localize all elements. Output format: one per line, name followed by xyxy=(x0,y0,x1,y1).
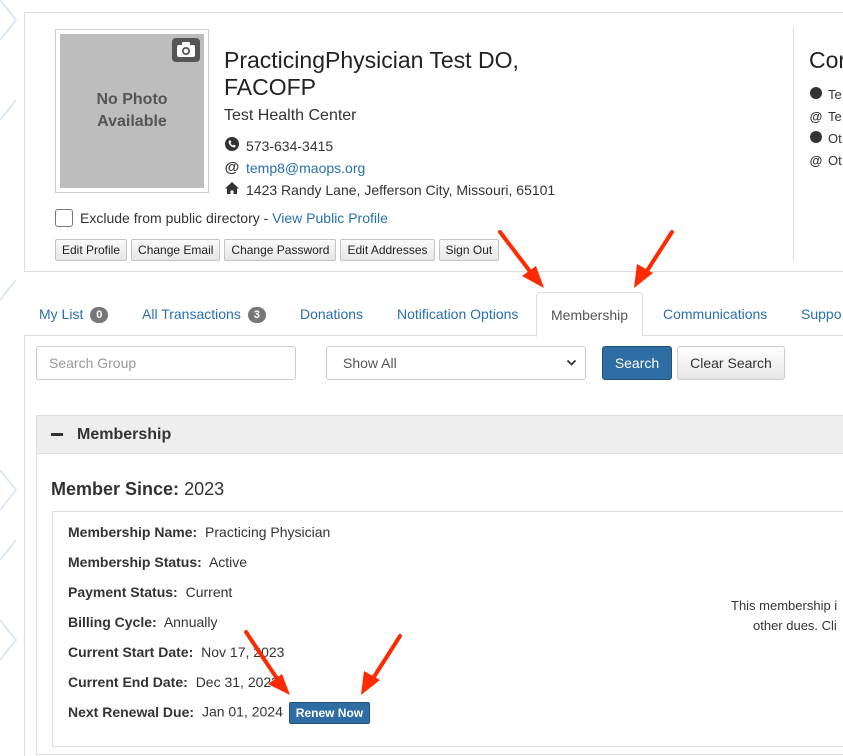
field-value: Jan 01, 2024 xyxy=(201,703,283,720)
change-password-button[interactable]: Change Password xyxy=(224,239,337,261)
sign-out-button[interactable]: Sign Out xyxy=(438,239,500,261)
field-value: Dec 31, 2023 xyxy=(195,674,279,690)
email-link[interactable]: temp8@maops.org xyxy=(246,160,365,176)
phone-icon xyxy=(809,131,823,146)
edit-addresses-button[interactable]: Edit Addresses xyxy=(340,239,435,261)
address-text: 1423 Randy Lane, Jefferson City, Missour… xyxy=(246,181,556,198)
field-label: Membership Status: xyxy=(68,554,202,570)
membership-panel-header[interactable]: Membership xyxy=(37,416,843,454)
phone-icon xyxy=(224,137,240,154)
at-icon: @ xyxy=(809,109,823,124)
home-icon xyxy=(224,181,240,198)
tab-membership[interactable]: Membership xyxy=(536,292,644,337)
contact-line-text: Ot xyxy=(828,131,842,146)
membership-note-line: other dues. Cli xyxy=(753,618,837,633)
tab-notification-options[interactable]: Notification Options xyxy=(397,292,518,336)
profile-action-buttons: Edit Profile Change Email Change Passwor… xyxy=(55,239,500,261)
clear-search-button[interactable]: Clear Search xyxy=(677,346,785,380)
collapse-icon xyxy=(51,433,63,436)
contact-line-text: Ot xyxy=(828,153,842,168)
membership-panel: Membership Member Since: 2023 Membership… xyxy=(36,415,843,755)
membership-note-line: This membership i xyxy=(731,598,838,613)
chevron-down-icon xyxy=(566,347,577,392)
current-end-date-row: Current End Date: Dec 31, 2023 xyxy=(68,674,279,690)
field-label: Current Start Date: xyxy=(68,644,194,660)
tab-donations[interactable]: Donations xyxy=(300,292,363,336)
count-badge: 3 xyxy=(247,307,266,323)
contact-panel-title: Cor xyxy=(809,47,843,73)
at-icon: @ xyxy=(224,159,240,176)
photo-placeholder: No Photo Available xyxy=(60,34,204,188)
exclude-directory-checkbox[interactable] xyxy=(55,209,73,227)
contact-line-text: Te xyxy=(828,109,842,124)
view-public-profile-link[interactable]: View Public Profile xyxy=(272,210,388,226)
tab-label: All Transactions xyxy=(142,306,241,322)
profile-name: PracticingPhysician Test DO, FACOFP xyxy=(224,47,519,100)
billing-cycle-row: Billing Cycle: Annually xyxy=(68,614,218,630)
field-value: Current xyxy=(185,584,233,600)
phone-line: 573-634-3415 xyxy=(224,137,333,154)
tab-support[interactable]: Suppo xyxy=(801,292,841,336)
filter-select-value: Show All xyxy=(343,355,397,371)
exclude-directory-row: Exclude from public directory - View Pub… xyxy=(55,209,388,227)
search-group-input[interactable]: Search Group xyxy=(36,346,296,380)
email-line: @ temp8@maops.org xyxy=(224,159,366,176)
count-badge: 0 xyxy=(90,307,109,323)
membership-name-row: Membership Name: Practicing Physician xyxy=(68,524,330,540)
phone-number: 573-634-3415 xyxy=(246,137,334,154)
membership-details: Membership Name: Practicing Physician Me… xyxy=(52,511,843,747)
current-start-date-row: Current Start Date: Nov 17, 2023 xyxy=(68,644,284,660)
field-label: Membership Name: xyxy=(68,524,198,540)
payment-status-row: Payment Status: Current xyxy=(68,584,232,600)
exclude-directory-label: Exclude from public directory - xyxy=(80,210,273,226)
field-value: Active xyxy=(208,554,248,570)
membership-status-row: Membership Status: Active xyxy=(68,554,247,570)
profile-photo[interactable]: No Photo Available xyxy=(55,29,209,193)
field-label: Billing Cycle: xyxy=(68,614,157,630)
contact-line: @ Te xyxy=(809,109,842,124)
renew-now-button[interactable]: Renew Now xyxy=(288,702,371,724)
change-email-button[interactable]: Change Email xyxy=(131,239,221,261)
field-value: Annually xyxy=(163,614,218,630)
member-since-value: 2023 xyxy=(184,479,225,499)
field-label: Next Renewal Due: xyxy=(68,703,195,720)
field-label: Current End Date: xyxy=(68,674,188,690)
contact-line-text: Te xyxy=(828,87,842,102)
at-icon: @ xyxy=(809,153,823,168)
field-value: Practicing Physician xyxy=(205,524,331,540)
next-renewal-due-row: Next Renewal Due: Jan 01, 2024 Renew Now xyxy=(68,702,371,724)
contact-line: Ot xyxy=(809,131,842,146)
edit-profile-button[interactable]: Edit Profile xyxy=(55,239,128,261)
membership-tab-content: Search Group Show All Search Clear Searc… xyxy=(24,336,843,756)
contact-line: Te xyxy=(809,87,842,102)
address-line: 1423 Randy Lane, Jefferson City, Missour… xyxy=(224,181,555,198)
phone-icon xyxy=(809,87,823,102)
tab-all-transactions[interactable]: All Transactions 3 xyxy=(142,292,266,336)
photo-placeholder-text: No Photo Available xyxy=(96,91,168,130)
profile-card: No Photo Available PracticingPhysician T… xyxy=(24,12,843,272)
tab-my-list[interactable]: My List 0 xyxy=(39,292,109,336)
field-label: Payment Status: xyxy=(68,584,178,600)
filter-select[interactable]: Show All xyxy=(326,346,586,380)
account-tabs: My List 0 All Transactions 3 Donations N… xyxy=(24,292,843,337)
tab-label: My List xyxy=(39,306,84,322)
member-since: Member Since: 2023 xyxy=(51,479,224,500)
divider xyxy=(793,27,794,261)
field-value: Nov 17, 2023 xyxy=(201,644,285,660)
search-button[interactable]: Search xyxy=(602,346,672,380)
tab-communications[interactable]: Communications xyxy=(663,292,767,336)
camera-icon[interactable] xyxy=(172,38,200,62)
panel-heading: Membership xyxy=(77,425,172,443)
member-since-label: Member Since: xyxy=(51,479,180,499)
profile-organization: Test Health Center xyxy=(224,107,357,124)
contact-line: @ Ot xyxy=(809,153,842,168)
